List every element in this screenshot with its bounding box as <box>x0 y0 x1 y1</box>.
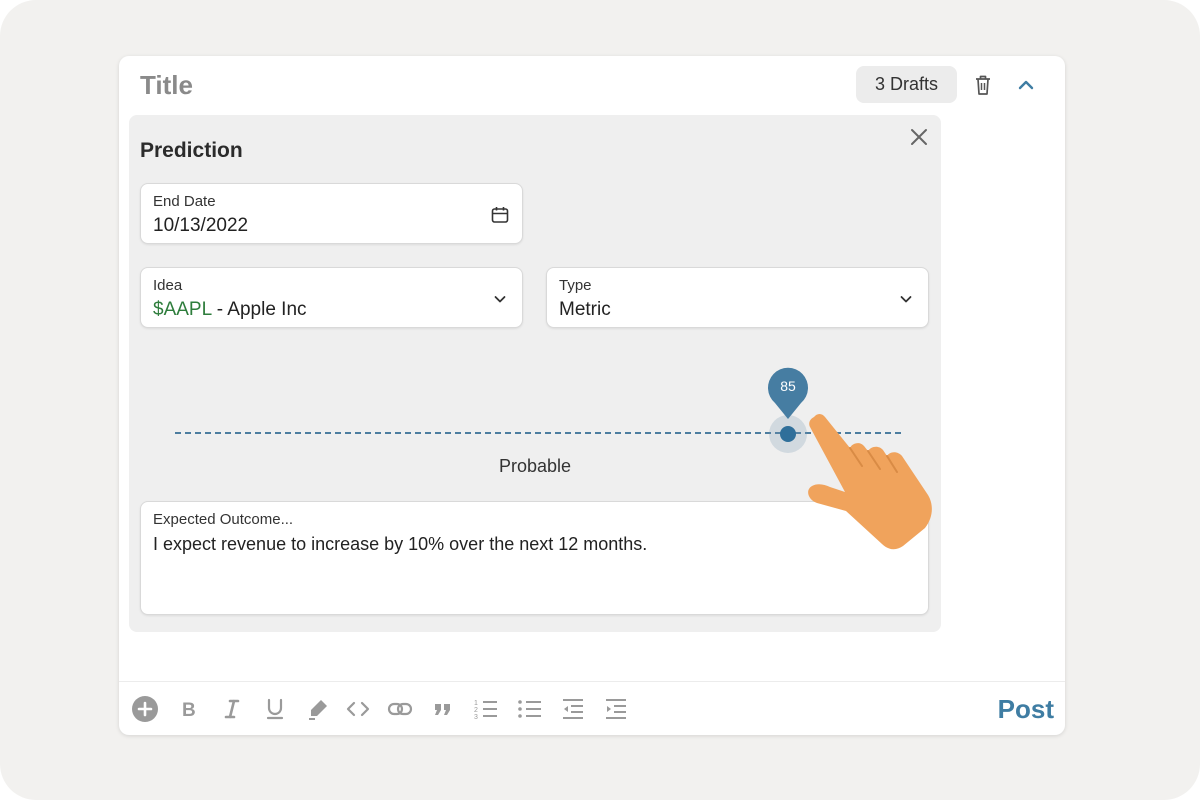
post-composer-card: Title 3 Drafts Prediction End Date 10/13… <box>119 56 1065 735</box>
outcome-label: Expected Outcome... <box>153 511 294 528</box>
svg-text:1: 1 <box>474 700 478 707</box>
idea-select[interactable]: Idea $AAPL - Apple Inc <box>140 267 523 328</box>
link-icon[interactable] <box>387 696 413 722</box>
indent-icon[interactable] <box>603 696 629 722</box>
chevron-down-icon[interactable] <box>490 289 510 309</box>
close-icon[interactable] <box>909 127 929 147</box>
pointing-hand-icon <box>808 414 932 550</box>
numbered-list-icon[interactable]: 1 2 3 <box>473 696 499 722</box>
add-icon[interactable] <box>132 696 158 722</box>
outcome-text: I expect revenue to increase by 10% over… <box>153 534 648 554</box>
panel-title: Prediction <box>140 139 243 162</box>
trash-icon[interactable] <box>972 73 994 97</box>
probability-slider-thumb[interactable] <box>780 426 796 442</box>
drafts-button[interactable]: 3 Drafts <box>856 66 957 103</box>
slider-value: 85 <box>780 378 796 394</box>
end-date-label: End Date <box>153 193 216 210</box>
quote-icon[interactable] <box>430 696 456 722</box>
bulleted-list-icon[interactable] <box>517 696 543 722</box>
post-title-input[interactable]: Title <box>140 70 193 101</box>
end-date-value: 10/13/2022 <box>153 215 249 236</box>
bold-icon[interactable]: B <box>176 696 202 722</box>
end-date-field[interactable]: End Date 10/13/2022 <box>140 183 523 244</box>
chevron-up-icon[interactable] <box>1015 74 1037 96</box>
italic-icon[interactable] <box>219 696 245 722</box>
type-select[interactable]: Type Metric <box>546 267 929 328</box>
formatting-toolbar: B 1 2 3 Post <box>119 681 1065 735</box>
idea-value: $AAPL - Apple Inc <box>153 299 307 321</box>
type-label: Type <box>559 277 592 294</box>
company-name: - Apple Inc <box>211 299 307 320</box>
post-button[interactable]: Post <box>998 694 1054 725</box>
svg-text:B: B <box>182 700 196 721</box>
highlight-icon[interactable] <box>305 696 331 722</box>
idea-label: Idea <box>153 277 183 294</box>
svg-text:3: 3 <box>474 714 478 721</box>
outdent-icon[interactable] <box>560 696 586 722</box>
svg-text:2: 2 <box>474 707 478 714</box>
code-icon[interactable] <box>345 696 371 722</box>
underline-icon[interactable] <box>262 696 288 722</box>
ticker-symbol: $AAPL <box>153 299 212 320</box>
chevron-down-icon[interactable] <box>896 289 916 309</box>
calendar-icon[interactable] <box>490 205 510 225</box>
type-value: Metric <box>559 299 611 320</box>
